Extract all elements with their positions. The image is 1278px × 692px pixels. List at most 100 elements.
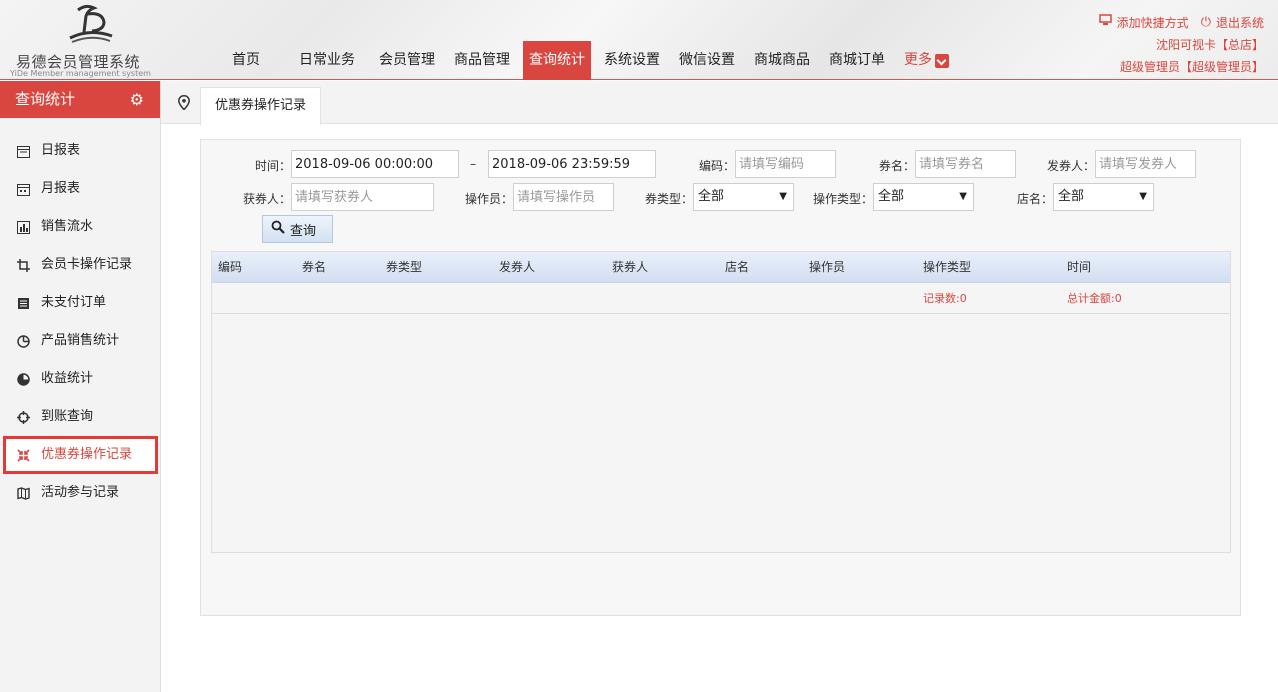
sidebar-item-label: 未支付订单 bbox=[41, 295, 107, 310]
nav-more[interactable]: 更多 bbox=[898, 41, 955, 80]
sidebar-item-daily-report[interactable]: 日报表 bbox=[0, 132, 160, 170]
chevron-down-icon bbox=[935, 53, 949, 68]
time-start-input[interactable] bbox=[291, 150, 459, 178]
nav-product-management[interactable]: 商品管理 bbox=[448, 41, 516, 80]
sidebar-item-coupon-records[interactable]: 优惠券操作记录 bbox=[3, 436, 158, 474]
query-panel: 时间： – 编码： 券名： 发券人： 获券人： 操作员： 券类型： 全部 ▼ 操… bbox=[200, 139, 1241, 616]
code-label: 编码： bbox=[699, 159, 736, 173]
time-label: 时间： bbox=[255, 159, 292, 173]
col-operation-type[interactable]: 操作类型 bbox=[923, 252, 971, 283]
logo-mark-icon bbox=[69, 4, 113, 43]
sidebar-title: 查询统计 bbox=[15, 90, 76, 108]
receiver-label: 获券人： bbox=[243, 192, 292, 206]
location-pin-icon[interactable] bbox=[169, 81, 199, 124]
compress-icon bbox=[16, 448, 30, 462]
add-shortcut-link[interactable]: 添加快捷方式 bbox=[1117, 12, 1189, 34]
operator-label: 操作员： bbox=[465, 192, 514, 206]
nav-home[interactable]: 首页 bbox=[226, 41, 266, 80]
receiver-input[interactable] bbox=[291, 183, 434, 211]
col-issuer[interactable]: 发券人 bbox=[499, 252, 535, 283]
coupon-name-label: 券名： bbox=[879, 159, 916, 173]
sidebar-item-unpaid-orders[interactable]: 未支付订单 bbox=[0, 284, 160, 322]
monitor-icon bbox=[1098, 12, 1112, 34]
dropdown-arrow-icon: ▼ bbox=[959, 191, 967, 202]
crop-icon bbox=[16, 258, 30, 272]
logo: 易德会员管理系统 YiDe Member management system bbox=[8, 4, 158, 78]
table-summary-row: 记录数:0 总计金额:0 bbox=[212, 283, 1230, 314]
sidebar-header: 查询统计 ⚙ bbox=[0, 81, 160, 118]
power-icon: ⏻ bbox=[1200, 15, 1211, 30]
pie-chart-icon bbox=[16, 334, 30, 348]
sidebar-item-monthly-report[interactable]: 月报表 bbox=[0, 170, 160, 208]
dropdown-arrow-icon: ▼ bbox=[779, 191, 787, 202]
sidebar-item-label: 到账查询 bbox=[41, 409, 94, 424]
sidebar-item-label: 优惠券操作记录 bbox=[41, 447, 133, 462]
sidebar-item-sales-flow[interactable]: 销售流水 bbox=[0, 208, 160, 246]
store-value: 全部 bbox=[1058, 189, 1085, 204]
operation-type-select[interactable]: 全部 ▼ bbox=[873, 183, 974, 211]
coupon-type-label: 券类型： bbox=[645, 192, 694, 206]
sidebar-item-label: 收益统计 bbox=[41, 371, 94, 386]
sidebar-item-label: 活动参与记录 bbox=[41, 485, 120, 500]
calendar-month-icon bbox=[16, 182, 30, 196]
table-header: 编码 券名 券类型 发券人 获券人 店名 操作员 操作类型 时间 bbox=[212, 252, 1230, 283]
half-circle-icon bbox=[16, 372, 30, 386]
sidebar-item-label: 日报表 bbox=[41, 143, 81, 158]
tab-coupon-records[interactable]: 优惠券操作记录 bbox=[200, 87, 322, 125]
col-coupon-name[interactable]: 券名 bbox=[302, 252, 326, 283]
crosshair-icon bbox=[16, 410, 30, 424]
query-button[interactable]: 查询 bbox=[262, 215, 333, 243]
nav-mall-products[interactable]: 商城商品 bbox=[748, 41, 816, 80]
main-nav: 首页 日常业务 会员管理 商品管理 查询统计 系统设置 微信设置 商城商品 商城… bbox=[218, 41, 962, 80]
query-button-label: 查询 bbox=[290, 223, 317, 239]
sidebar-item-label: 销售流水 bbox=[41, 219, 94, 234]
list-icon bbox=[16, 296, 30, 310]
sidebar-item-label: 月报表 bbox=[41, 181, 81, 196]
store-label: 店名： bbox=[1017, 192, 1054, 206]
store-select[interactable]: 全部 ▼ bbox=[1053, 183, 1154, 211]
col-receiver[interactable]: 获券人 bbox=[612, 252, 648, 283]
nav-member-management[interactable]: 会员管理 bbox=[373, 41, 441, 80]
sidebar-item-activity-records[interactable]: 活动参与记录 bbox=[0, 474, 160, 512]
user-area: 添加快捷方式 ⏻ 退出系统 沈阳可视卡【总店】 超级管理员【超级管理员】 bbox=[1087, 12, 1264, 78]
sidebar-item-card-operations[interactable]: 会员卡操作记录 bbox=[0, 246, 160, 284]
coupon-type-select[interactable]: 全部 ▼ bbox=[693, 183, 794, 211]
nav-wechat-settings[interactable]: 微信设置 bbox=[673, 41, 741, 80]
issuer-input[interactable] bbox=[1095, 150, 1196, 178]
col-time[interactable]: 时间 bbox=[1067, 252, 1091, 283]
nav-mall-orders[interactable]: 商城订单 bbox=[823, 41, 891, 80]
sidebar-menu: 日报表 月报表 销售流水 会员卡操作记录 未支付订单 产品销售统计 收益统计 到… bbox=[0, 132, 160, 512]
issuer-label: 发券人： bbox=[1047, 159, 1096, 173]
nav-daily-business[interactable]: 日常业务 bbox=[293, 41, 361, 80]
record-count: 记录数:0 bbox=[923, 292, 967, 305]
sidebar-item-label: 产品销售统计 bbox=[41, 333, 120, 348]
col-coupon-type[interactable]: 券类型 bbox=[386, 252, 422, 283]
current-store[interactable]: 沈阳可视卡【总店】 bbox=[1087, 34, 1264, 56]
code-input[interactable] bbox=[735, 150, 836, 178]
logout-link[interactable]: 退出系统 bbox=[1216, 12, 1264, 34]
operation-type-value: 全部 bbox=[878, 189, 905, 204]
sidebar: 查询统计 ⚙ 日报表 月报表 销售流水 会员卡操作记录 未支付订单 产品销售统计 bbox=[0, 81, 161, 692]
bar-chart-icon bbox=[16, 220, 30, 234]
current-user[interactable]: 超级管理员【超级管理员】 bbox=[1087, 56, 1264, 78]
nav-system-settings[interactable]: 系统设置 bbox=[598, 41, 666, 80]
calendar-icon bbox=[16, 144, 30, 158]
sidebar-item-revenue-stats[interactable]: 收益统计 bbox=[0, 360, 160, 398]
time-end-input[interactable] bbox=[488, 150, 656, 178]
col-code[interactable]: 编码 bbox=[218, 252, 242, 283]
sidebar-item-payment-query[interactable]: 到账查询 bbox=[0, 398, 160, 436]
nav-query-statistics[interactable]: 查询统计 bbox=[523, 41, 591, 80]
coupon-name-input[interactable] bbox=[915, 150, 1016, 178]
operation-type-label: 操作类型： bbox=[813, 192, 874, 206]
coupon-type-value: 全部 bbox=[698, 189, 725, 204]
gear-icon[interactable]: ⚙ bbox=[130, 81, 144, 118]
map-book-icon bbox=[16, 486, 30, 500]
sidebar-item-product-sales[interactable]: 产品销售统计 bbox=[0, 322, 160, 360]
col-store[interactable]: 店名 bbox=[725, 252, 749, 283]
col-operator[interactable]: 操作员 bbox=[809, 252, 845, 283]
header: 易德会员管理系统 YiDe Member management system 首… bbox=[0, 0, 1278, 80]
tab-bar: 优惠券操作记录 bbox=[161, 81, 1278, 125]
time-separator: – bbox=[470, 157, 476, 171]
operator-input[interactable] bbox=[513, 183, 614, 211]
nav-more-label: 更多 bbox=[904, 52, 932, 68]
